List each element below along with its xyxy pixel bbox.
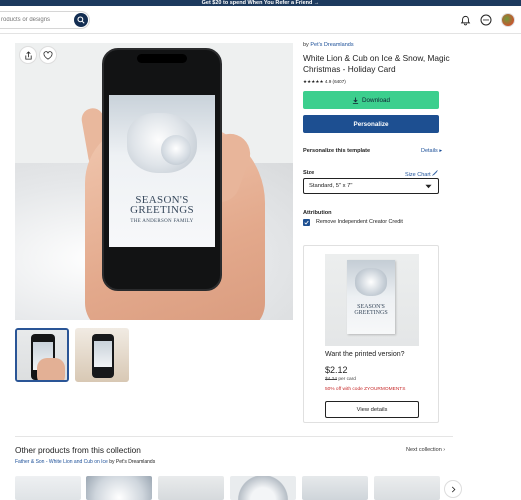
share-icon	[24, 50, 32, 60]
product-main-image[interactable]: SEASON'S GREETINGS THE ANDERSON FAMILY	[15, 43, 293, 320]
cub-art	[161, 135, 191, 165]
size-select[interactable]: Standard, 5" x 7"	[303, 178, 439, 194]
favorite-button[interactable]	[39, 46, 57, 64]
carousel-next-button[interactable]	[444, 480, 462, 498]
print-offer-heading: Want the printed version?	[325, 351, 405, 358]
rating-count: 4.9 (6407)	[324, 79, 346, 84]
collection-product-4[interactable]	[230, 476, 296, 500]
search-button[interactable]	[74, 13, 88, 27]
print-price: $2.12	[325, 365, 348, 375]
card-greeting: SEASON'S GREETINGS	[109, 195, 215, 216]
product-title: White Lion & Cub on Ice & Snow, Magic Ch…	[303, 53, 450, 74]
greeting-line-2: GREETINGS	[130, 204, 194, 216]
thumbnail-hand	[37, 358, 65, 380]
phone-notch	[137, 54, 187, 63]
search-bar	[0, 11, 90, 29]
old-price-value: $4.24	[325, 377, 338, 382]
ruler-icon	[432, 170, 439, 176]
personalize-button[interactable]: Personalize	[303, 115, 439, 133]
thumbnail-1[interactable]	[15, 328, 69, 382]
size-label: Size	[303, 170, 315, 176]
attribution-option-label[interactable]: Remove Independent Creator Credit	[316, 219, 403, 225]
size-chart-link[interactable]: Size Chart	[405, 170, 439, 178]
search-icon	[77, 16, 85, 24]
card-preview: SEASON'S GREETINGS THE ANDERSON FAMILY	[109, 95, 215, 247]
view-details-button[interactable]: View details	[325, 401, 419, 418]
bell-icon	[460, 15, 470, 25]
download-button[interactable]: Download	[303, 91, 439, 109]
collection-product-1[interactable]	[15, 476, 81, 500]
chevron-right-icon	[451, 486, 455, 492]
thumbnail-card	[94, 341, 112, 367]
printed-card-greeting: SEASON'S GREETINGS	[347, 304, 395, 316]
size-selected-value: Standard, 5" x 7"	[309, 183, 353, 189]
store-byline: by Pet's Dreamlands	[303, 42, 354, 48]
print-old-price: $4.24 per card	[325, 377, 356, 382]
details-link[interactable]: Details ▸	[421, 148, 442, 154]
search-input[interactable]	[0, 12, 72, 28]
next-collection-link[interactable]: Next collection ›	[406, 447, 445, 453]
printed-greeting-line-2: GREETINGS	[354, 310, 388, 316]
collection-product-5[interactable]	[302, 476, 368, 500]
collection-link[interactable]: Father & Son - White Lion and Cub on Ice	[15, 459, 108, 465]
printed-card-lion	[355, 268, 387, 296]
by-prefix: by	[303, 42, 309, 48]
notifications-button[interactable]	[458, 13, 472, 27]
collection-product-3[interactable]	[158, 476, 224, 500]
personalize-section-title: Personalize this template	[303, 148, 371, 154]
collection-product-6[interactable]	[374, 476, 440, 500]
old-price-suffix: per card	[337, 377, 356, 382]
avatar[interactable]	[501, 13, 515, 27]
messages-button[interactable]	[479, 13, 493, 27]
store-link[interactable]: Pet's Dreamlands	[310, 42, 353, 48]
share-button[interactable]	[19, 46, 37, 64]
download-label: Download	[361, 96, 390, 104]
chat-icon	[480, 14, 492, 26]
check-icon	[304, 220, 309, 225]
thumbnail-2[interactable]	[75, 328, 129, 382]
collection-product-2[interactable]	[86, 476, 152, 500]
promo-code-text: 50% off with code ZYOURMOMENTS	[325, 387, 406, 392]
card-family-name: THE ANDERSON FAMILY	[130, 219, 194, 224]
heart-icon	[43, 50, 53, 60]
print-offer-card: SEASON'S GREETINGS Want the printed vers…	[303, 245, 439, 423]
printed-card-image[interactable]: SEASON'S GREETINGS	[325, 254, 419, 346]
chevron-down-icon	[425, 184, 432, 189]
printed-card-mock: SEASON'S GREETINGS	[347, 260, 395, 334]
rating-stars: ★★★★★	[303, 79, 324, 84]
attribution-label: Attribution	[303, 210, 332, 216]
collection-subtitle: Father & Son - White Lion and Cub on Ice…	[15, 459, 155, 465]
top-bar	[0, 6, 521, 34]
section-divider	[15, 436, 453, 437]
collection-title: Other products from this collection	[15, 445, 141, 455]
collection-by: by Pet's Dreamlands	[107, 459, 156, 465]
rating[interactable]: ★★★★★ 4.9 (6407)	[303, 79, 346, 85]
attribution-checkbox[interactable]	[303, 219, 310, 226]
phone-mockup: SEASON'S GREETINGS THE ANDERSON FAMILY	[102, 48, 222, 291]
download-icon	[352, 96, 359, 104]
